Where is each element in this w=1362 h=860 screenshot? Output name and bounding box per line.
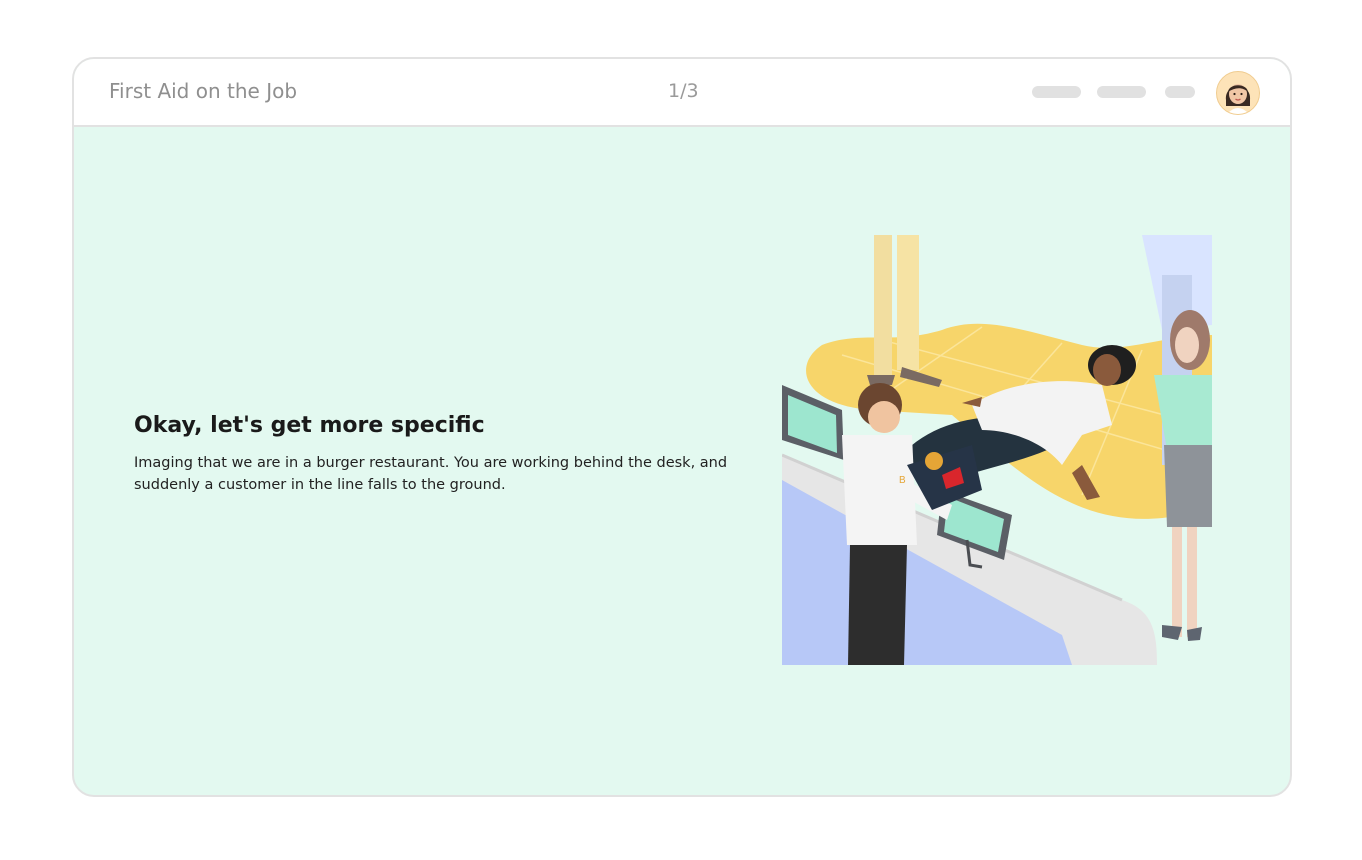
nav-placeholder-1[interactable] — [1032, 86, 1081, 98]
user-avatar-icon[interactable] — [1216, 71, 1260, 115]
slide-body: Imaging that we are in a burger restaura… — [134, 455, 728, 493]
nav-placeholder-2[interactable] — [1097, 86, 1146, 98]
svg-text:B: B — [899, 475, 906, 486]
top-bar: First Aid on the Job 1/3 — [74, 59, 1290, 127]
burger-restaurant-scene-illustration: B — [782, 235, 1212, 665]
progress-indicator: 1/3 — [668, 80, 699, 102]
slide-content: Okay, let's get more specific Imaging th… — [74, 127, 1290, 795]
slide-heading: Okay, let's get more specific — [134, 413, 485, 438]
lesson-window: First Aid on the Job 1/3 Okay, let's get… — [72, 57, 1292, 797]
slide-text: Okay, let's get more specific Imaging th… — [134, 413, 774, 496]
course-title: First Aid on the Job — [109, 79, 298, 103]
nav-placeholder-3[interactable] — [1165, 86, 1195, 98]
